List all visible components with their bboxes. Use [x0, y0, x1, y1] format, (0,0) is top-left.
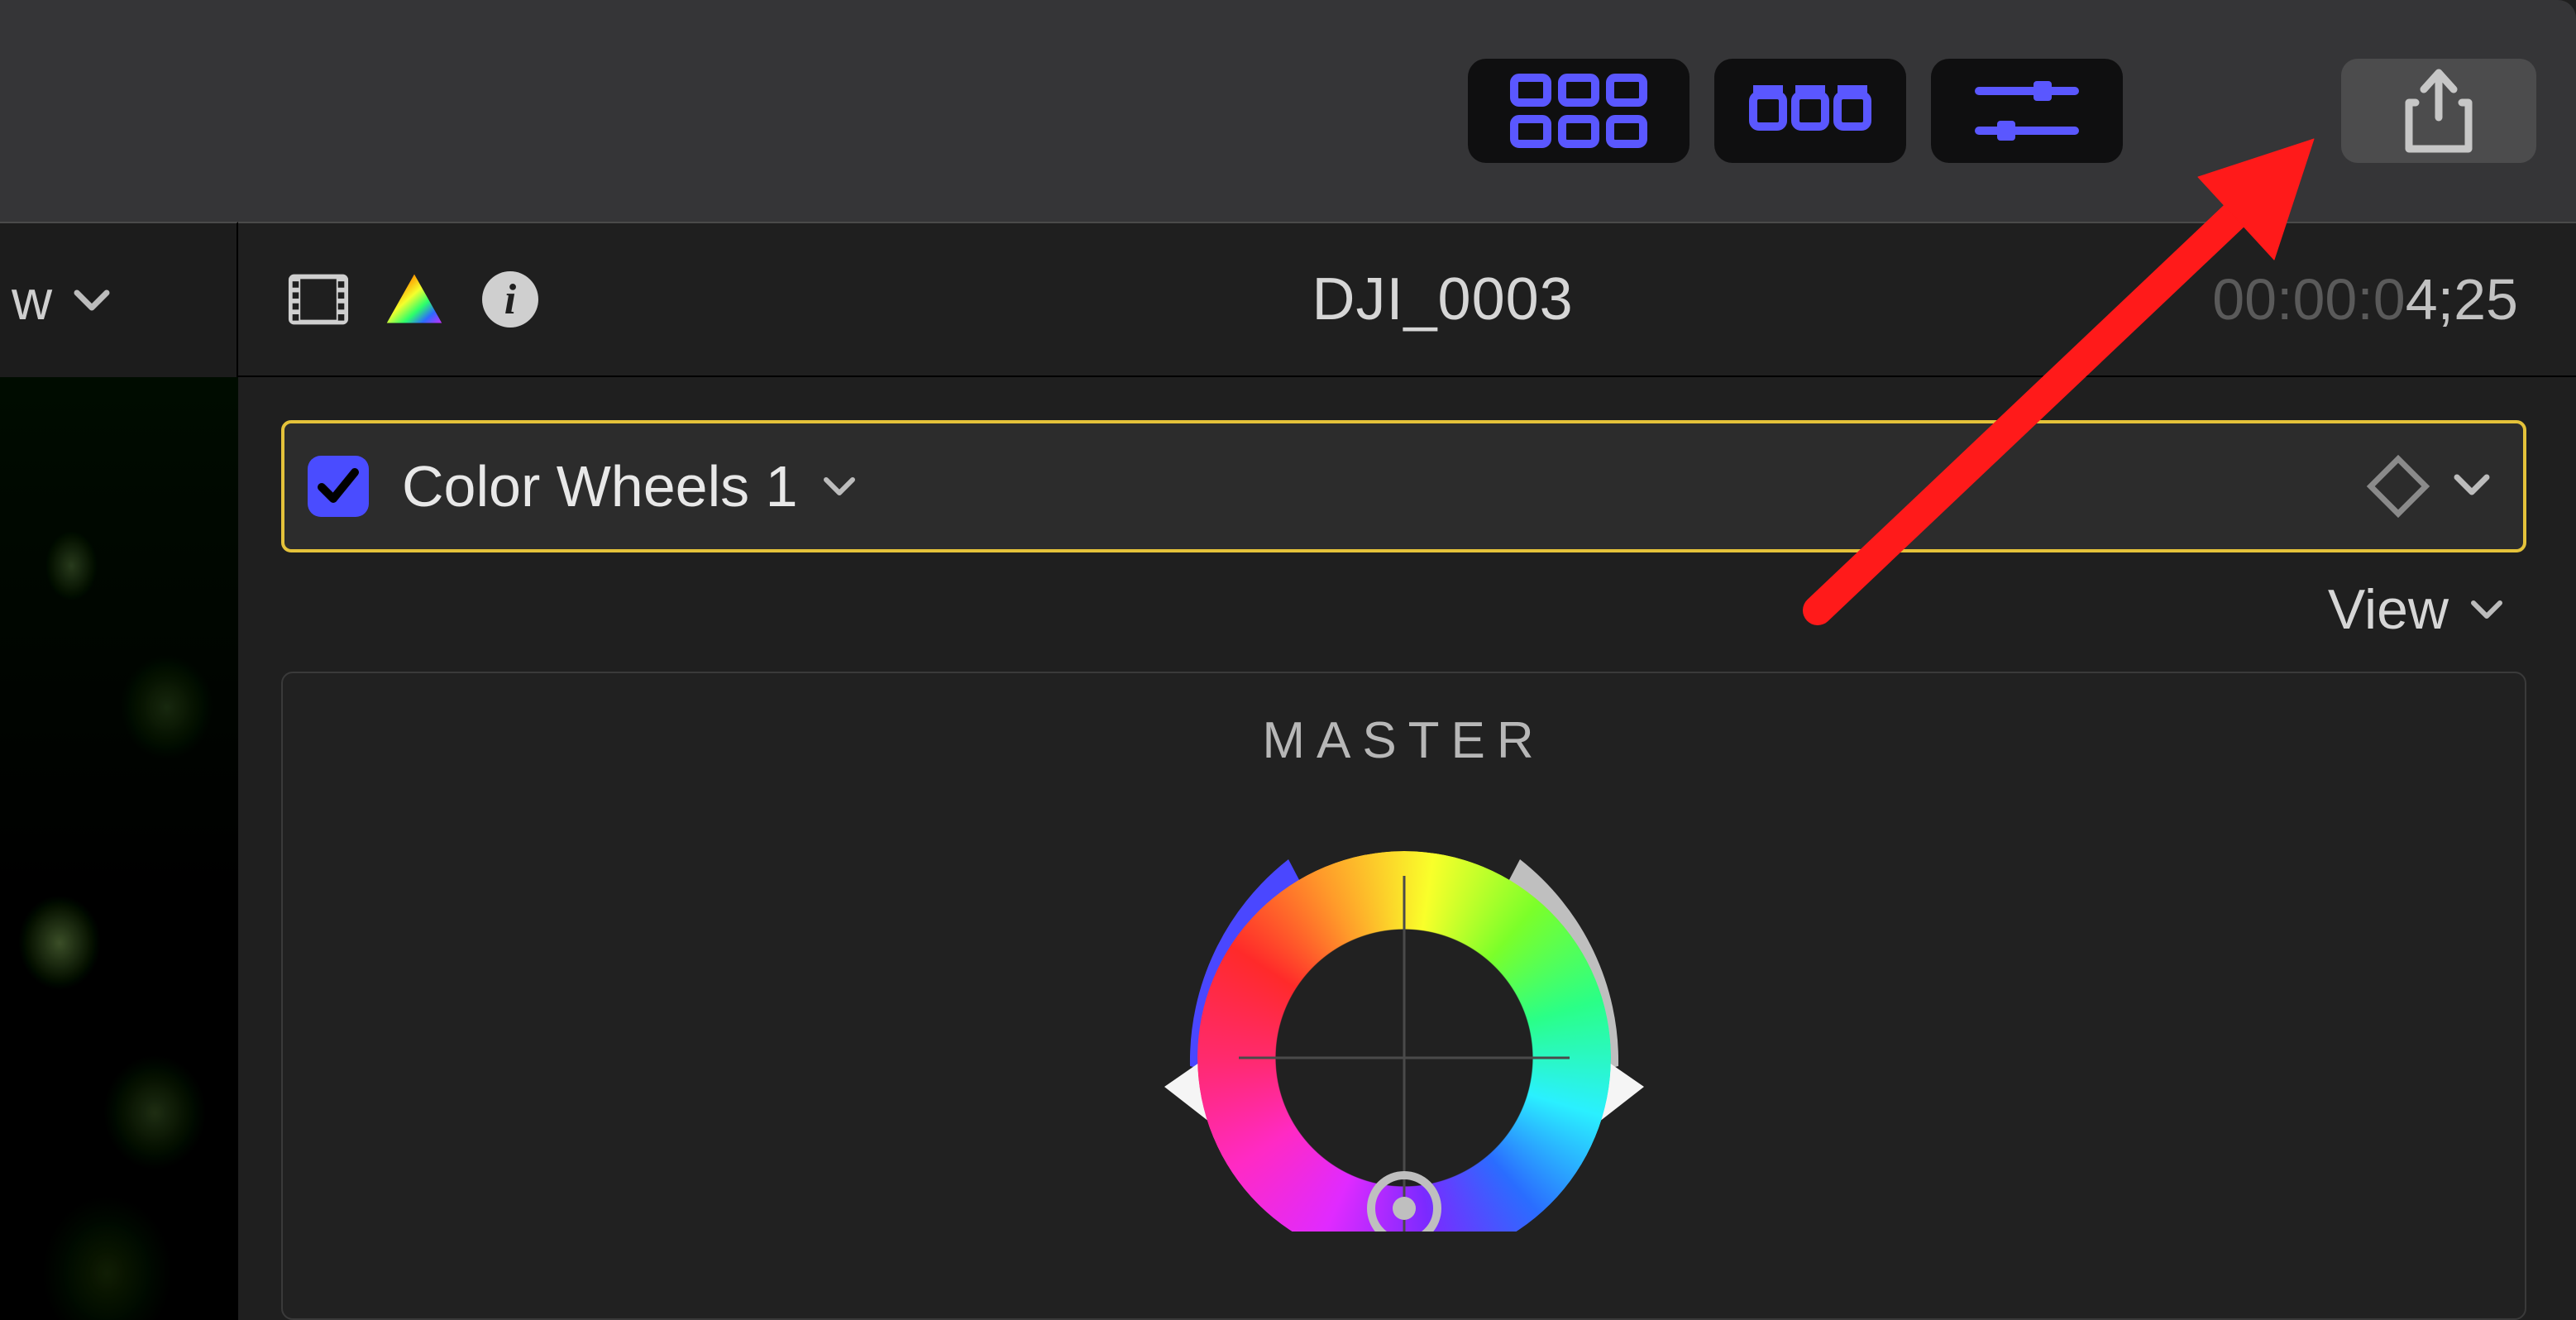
chevron-down-icon	[823, 475, 856, 498]
left-view-label-fragment: w	[12, 268, 52, 332]
keyframe-button[interactable]	[2367, 455, 2430, 518]
preview-thumbnail	[0, 377, 238, 1320]
inspector-panel: i DJI_0003 00:00:04;25 Color Wheels 1	[238, 222, 2576, 1320]
filmstrip-icon	[288, 272, 349, 327]
toolbar-sliders-button[interactable]	[1931, 59, 2123, 163]
color-triangle-icon	[384, 270, 445, 329]
grid-2x3-icon	[1509, 73, 1648, 149]
clip-title: DJI_0003	[708, 265, 2177, 333]
chevron-down-icon	[74, 288, 110, 313]
timecode-dim: 00:00:0	[2212, 267, 2406, 332]
view-menu-label: View	[2328, 577, 2449, 642]
timecode-bright: 4;25	[2406, 267, 2518, 332]
checkmark-icon	[317, 466, 360, 507]
scopes-toggle-group	[1468, 59, 2123, 163]
inspector-header: i DJI_0003 00:00:04;25	[238, 222, 2576, 377]
video-inspector-tab[interactable]	[288, 269, 349, 330]
share-icon	[2401, 68, 2477, 154]
app-toolbar	[0, 0, 2576, 222]
toolbar-scopes-row-button[interactable]	[1714, 59, 1906, 163]
effect-row[interactable]: Color Wheels 1	[281, 420, 2526, 552]
effect-name-label: Color Wheels 1	[402, 453, 798, 519]
share-button[interactable]	[2341, 59, 2536, 163]
svg-text:i: i	[504, 276, 517, 323]
effect-name-dropdown[interactable]: Color Wheels 1	[402, 453, 856, 519]
wheel-label: MASTER	[283, 711, 2525, 770]
info-icon: i	[480, 269, 541, 330]
effect-disclosure-button[interactable]	[2454, 472, 2490, 501]
info-inspector-tab[interactable]: i	[480, 269, 541, 330]
master-color-wheel[interactable]	[1007, 801, 1801, 1232]
effect-enable-checkbox[interactable]	[308, 456, 369, 517]
left-panel: w	[0, 222, 238, 1320]
color-wheel-panel: MASTER	[281, 672, 2526, 1320]
chevron-down-icon	[2470, 598, 2503, 621]
toolbar-scopes-grid-button[interactable]	[1468, 59, 1689, 163]
sliders-icon	[1972, 73, 2081, 149]
row-1x3-icon	[1748, 85, 1872, 136]
viewer-preview	[0, 377, 238, 1320]
clip-timecode: 00:00:04;25	[2212, 266, 2518, 332]
view-menu[interactable]: View	[238, 552, 2576, 642]
chevron-down-icon	[2454, 472, 2490, 497]
left-view-dropdown[interactable]: w	[0, 222, 238, 377]
color-inspector-tab[interactable]	[384, 269, 445, 330]
